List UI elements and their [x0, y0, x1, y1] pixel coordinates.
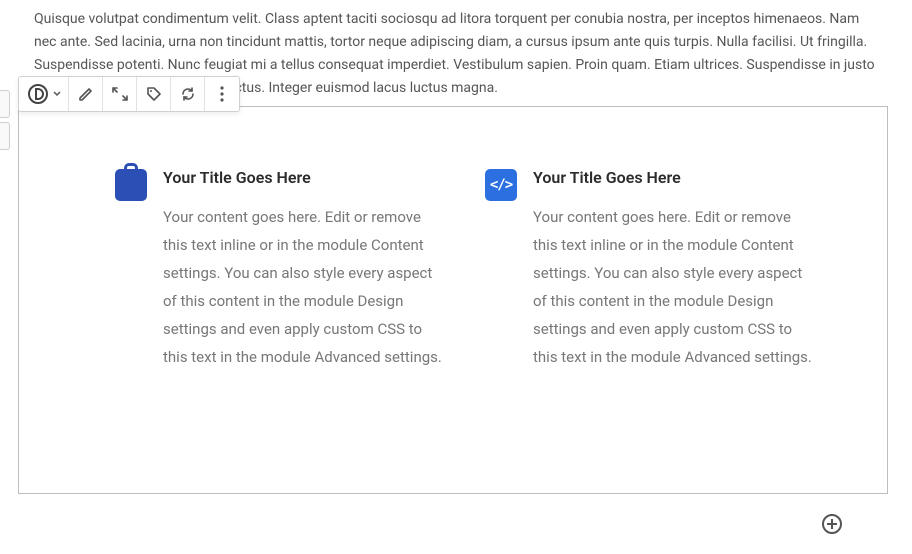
divi-brand-button[interactable]: [19, 77, 69, 111]
blurb-row: Your Title Goes Here Your content goes h…: [115, 167, 817, 371]
sync-button[interactable]: [171, 77, 205, 111]
blurb-text-wrap: Your Title Goes Here Your content goes h…: [533, 167, 817, 371]
tag-button[interactable]: [137, 77, 171, 111]
layout-button[interactable]: [103, 77, 137, 111]
pencil-icon: [78, 86, 94, 102]
briefcase-icon: [115, 169, 147, 201]
left-grab-handles: [0, 90, 10, 154]
kebab-menu-icon: [220, 86, 224, 102]
grab-handle[interactable]: [0, 122, 10, 150]
blurb-column[interactable]: Your Title Goes Here Your content goes h…: [115, 167, 447, 371]
add-block-button[interactable]: [822, 514, 842, 534]
code-glyph: </>: [490, 177, 512, 193]
code-icon: </>: [485, 169, 517, 201]
expand-arrows-icon: [111, 86, 129, 102]
tag-icon: [146, 86, 162, 102]
selected-section-frame[interactable]: Your Title Goes Here Your content goes h…: [18, 106, 888, 494]
grab-handle[interactable]: [0, 90, 10, 118]
edit-button[interactable]: [69, 77, 103, 111]
module-toolbar: [18, 76, 240, 112]
blurb-body[interactable]: Your content goes here. Edit or remove t…: [163, 203, 447, 371]
blurb-title[interactable]: Your Title Goes Here: [533, 167, 817, 189]
blurb-body[interactable]: Your content goes here. Edit or remove t…: [533, 203, 817, 371]
chevron-down-icon: [53, 90, 61, 98]
more-options-button[interactable]: [205, 77, 239, 111]
sync-icon: [180, 86, 196, 102]
blurb-column[interactable]: </> Your Title Goes Here Your content go…: [485, 167, 817, 371]
divi-logo-icon: [27, 82, 51, 106]
blurb-text-wrap: Your Title Goes Here Your content goes h…: [163, 167, 447, 371]
blurb-title[interactable]: Your Title Goes Here: [163, 167, 447, 189]
section-inner: Your Title Goes Here Your content goes h…: [19, 107, 887, 493]
